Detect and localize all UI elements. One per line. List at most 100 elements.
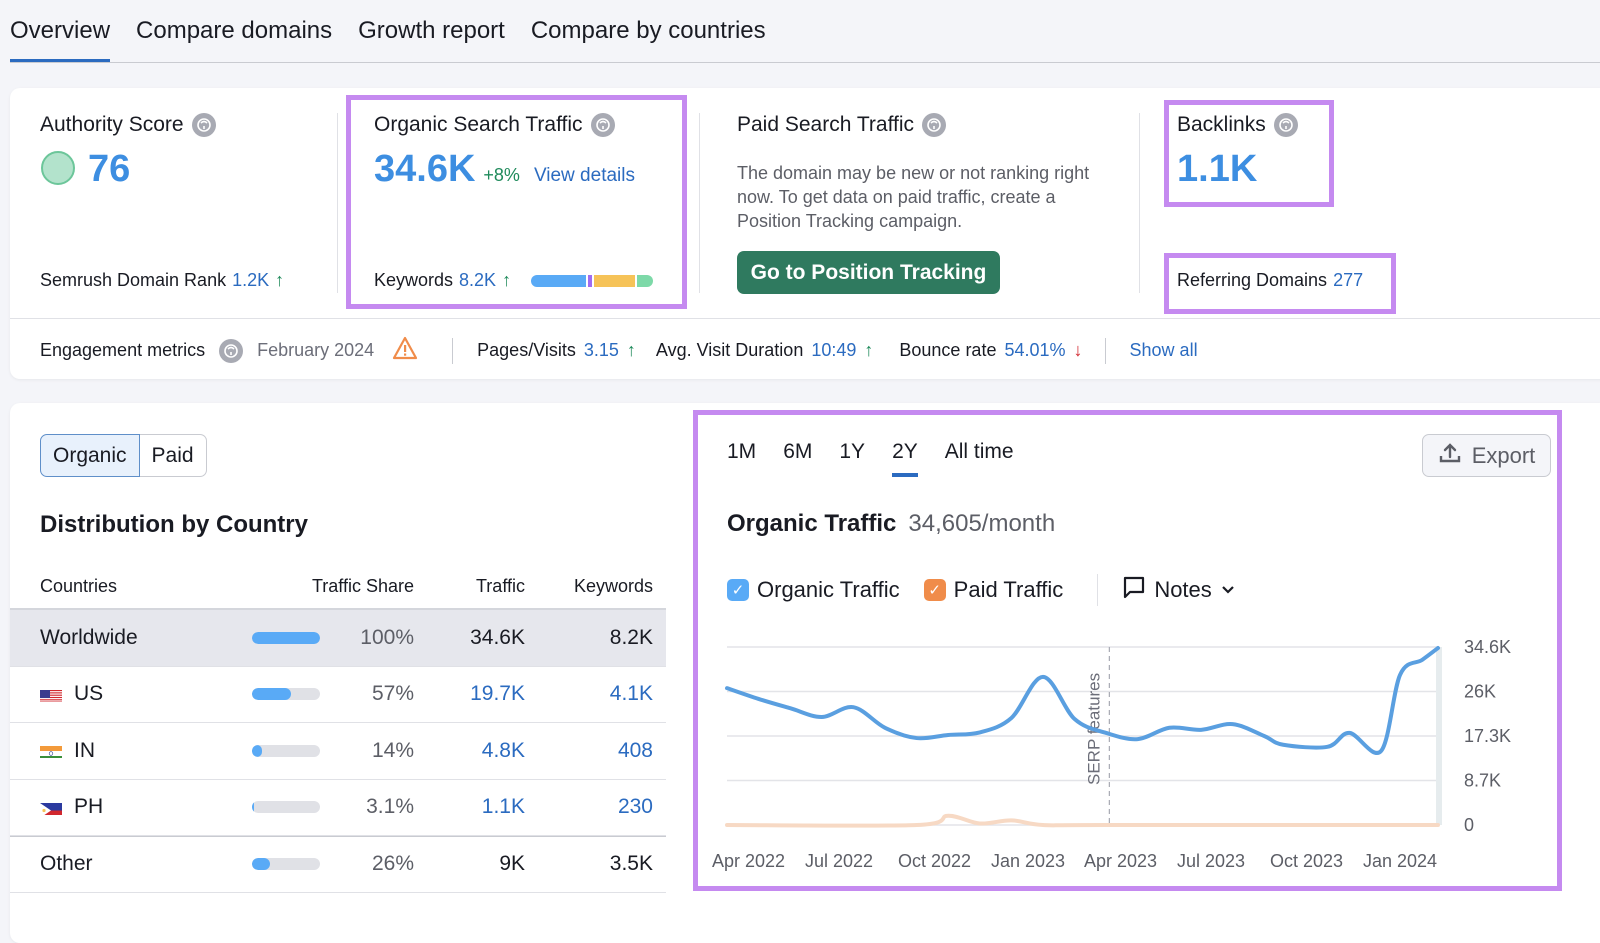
authority-score-gauge-icon — [41, 151, 75, 185]
x-tick-label: Apr 2022 — [712, 851, 785, 871]
legend-organic-traffic[interactable]: ✓ Organic Traffic — [727, 577, 900, 603]
traffic-share-value: 100% — [332, 626, 414, 650]
info-icon[interactable] — [591, 113, 615, 137]
export-icon — [1438, 441, 1462, 471]
range-tab-6m[interactable]: 6M — [783, 440, 812, 478]
traffic-share-fill — [252, 801, 254, 813]
divider — [1097, 574, 1098, 606]
share-bar-cell — [252, 858, 332, 870]
chart-title-row: Organic Traffic 34,605/month — [727, 510, 1055, 538]
tab-growth-report[interactable]: Growth report — [358, 0, 505, 63]
divider — [10, 318, 1600, 319]
chart-legend: ✓ Organic Traffic ✓ Paid Traffic Notes — [727, 574, 1250, 606]
traffic-share-value: 26% — [332, 852, 414, 876]
domain-rank-value[interactable]: 1.2K — [232, 270, 269, 291]
x-tick-label: Jan 2023 — [991, 851, 1065, 871]
x-tick-label: Jul 2022 — [805, 851, 873, 871]
report-tabs: Overview Compare domains Growth report Comp… — [10, 0, 766, 63]
divider — [452, 338, 453, 364]
tab-overview[interactable]: Overview — [10, 0, 110, 63]
legend-paid-traffic[interactable]: ✓ Paid Traffic — [924, 577, 1064, 603]
table-row[interactable]: PH 3.1% 1.1K 230 — [10, 780, 666, 837]
trend-up-icon: ↑ — [864, 340, 873, 361]
bounce-rate-value: 54.01% — [1004, 340, 1065, 361]
y-tick-label: 17.3K — [1464, 726, 1511, 746]
organic-traffic-change: +8% — [483, 165, 520, 186]
info-icon[interactable] — [922, 113, 946, 137]
backlinks-value[interactable]: 1.1K — [1177, 148, 1257, 191]
divider — [337, 113, 338, 293]
range-tab-1m[interactable]: 1M — [727, 440, 756, 478]
keywords-value[interactable]: 408 — [525, 739, 653, 763]
warning-icon[interactable] — [392, 336, 418, 365]
y-tick-label: 0 — [1464, 815, 1474, 835]
keywords-value[interactable]: 8.2K — [459, 270, 496, 291]
pages-per-visit-value: 3.15 — [584, 340, 619, 361]
range-tab-1y[interactable]: 1Y — [839, 440, 865, 478]
tab-compare-domains[interactable]: Compare domains — [136, 0, 332, 63]
country-name: IN — [74, 739, 95, 763]
range-tab-2y[interactable]: 2Y — [892, 440, 918, 478]
info-icon[interactable] — [219, 339, 243, 363]
tab-compare-by-countries[interactable]: Compare by countries — [531, 0, 766, 63]
y-tick-label: 34.6K — [1464, 637, 1511, 657]
organic-traffic-chart[interactable]: 08.7K17.3K26K34.6KApr 2022Jul 2022Oct 20… — [700, 620, 1580, 880]
current-period-marker — [1436, 647, 1442, 825]
toggle-organic[interactable]: Organic — [40, 434, 140, 477]
engagement-metrics-row: Engagement metrics February 2024 Pages/V… — [40, 336, 1198, 365]
backlinks-label: Backlinks — [1177, 113, 1266, 137]
go-to-position-tracking-button[interactable]: Go to Position Tracking — [737, 251, 1000, 294]
traffic-share-bar — [252, 688, 320, 700]
traffic-share-bar — [252, 801, 320, 813]
info-icon[interactable] — [192, 113, 216, 137]
keywords-value[interactable]: 230 — [525, 795, 653, 819]
keywords-row: Keywords 8.2K ↑ — [374, 270, 653, 291]
x-tick-label: Oct 2022 — [898, 851, 971, 871]
traffic-share-fill — [252, 858, 270, 870]
toggle-paid[interactable]: Paid — [140, 434, 207, 477]
table-row[interactable]: Other 26% 9K 3.5K — [10, 836, 666, 893]
traffic-share-fill — [252, 688, 291, 700]
flag-ph-icon — [40, 800, 62, 815]
traffic-share-fill — [252, 745, 262, 757]
traffic-value[interactable]: 19.7K — [414, 682, 525, 706]
keywords-label: Keywords — [374, 270, 453, 291]
traffic-value[interactable]: 1.1K — [414, 795, 525, 819]
y-tick-label: 26K — [1464, 682, 1496, 702]
share-bar-cell — [252, 745, 332, 757]
traffic-share-value: 57% — [332, 682, 414, 706]
table-row[interactable]: Worldwide 100% 34.6K 8.2K — [10, 610, 666, 667]
table-row[interactable]: US 57% 19.7K 4.1K — [10, 667, 666, 724]
chart-title: Organic Traffic — [727, 510, 896, 538]
checkbox-checked-icon[interactable]: ✓ — [924, 579, 946, 601]
keywords-value[interactable]: 4.1K — [525, 682, 653, 706]
traffic-value[interactable]: 4.8K — [414, 739, 525, 763]
organic-paid-toggle: Organic Paid — [40, 434, 207, 477]
checkbox-checked-icon[interactable]: ✓ — [727, 579, 749, 601]
share-bar-cell — [252, 801, 332, 813]
country-name: US — [74, 682, 103, 706]
table-header: Countries Traffic Share Traffic Keywords — [10, 565, 666, 610]
table-row[interactable]: IN 14% 4.8K 408 — [10, 723, 666, 780]
notes-label: Notes — [1154, 577, 1211, 603]
export-button[interactable]: Export — [1422, 434, 1551, 477]
column-countries: Countries — [10, 576, 252, 597]
notes-dropdown[interactable]: Notes — [1122, 575, 1235, 605]
backlinks-title: Backlinks — [1177, 113, 1298, 137]
organic-traffic-value-row: 34.6K +8% View details — [374, 148, 635, 191]
share-bar-cell — [252, 688, 332, 700]
view-details-link[interactable]: View details — [534, 165, 635, 187]
column-traffic: Traffic — [414, 576, 525, 597]
authority-score-label: Authority Score — [40, 113, 184, 137]
keyword-bar-segment — [635, 275, 653, 287]
show-all-link[interactable]: Show all — [1130, 340, 1198, 361]
divider — [699, 113, 700, 293]
info-icon[interactable] — [1274, 113, 1298, 137]
trend-down-icon: ↓ — [1074, 340, 1083, 361]
traffic-share-value: 3.1% — [332, 795, 414, 819]
export-label: Export — [1472, 443, 1536, 469]
range-tab-all-time[interactable]: All time — [945, 440, 1014, 478]
avg-visit-duration-label: Avg. Visit Duration — [656, 340, 803, 361]
referring-domains-value[interactable]: 277 — [1333, 270, 1363, 291]
trend-up-icon: ↑ — [627, 340, 636, 361]
